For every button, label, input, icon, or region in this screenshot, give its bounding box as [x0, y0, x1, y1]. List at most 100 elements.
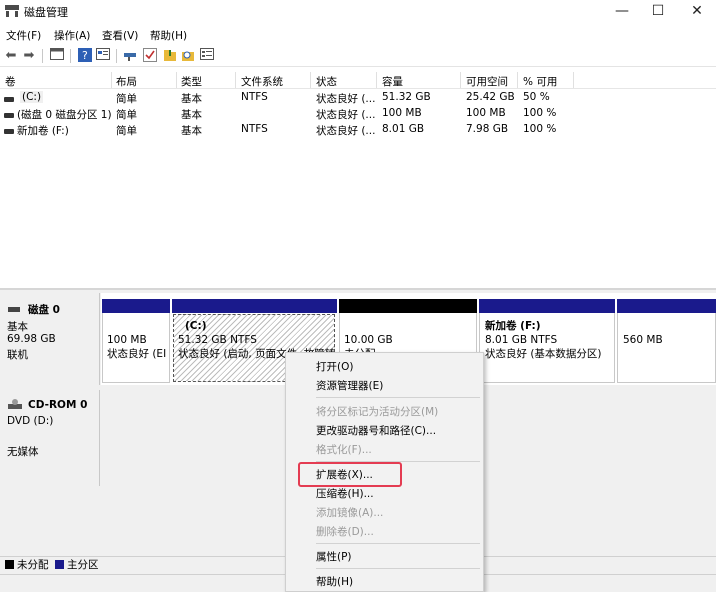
legend-unallocated-swatch [5, 560, 14, 569]
back-icon[interactable]: ⬅ [3, 48, 19, 64]
maximize-button[interactable]: ☐ [638, 0, 678, 24]
menu-item-shrink-volume[interactable]: 压缩卷(H)... [316, 486, 374, 501]
menu-item-format[interactable]: 格式化(F)... [316, 442, 372, 457]
console-tree-icon[interactable] [49, 48, 65, 64]
partition-recovery[interactable] [617, 313, 716, 383]
cdrom-drive: DVD (D:) [7, 415, 54, 427]
volume-list-empty-area[interactable] [0, 138, 716, 288]
legend-primary: 主分区 [67, 559, 99, 571]
legend-unallocated: 未分配 [17, 559, 49, 571]
row-volume: 新加卷 (F:) [17, 125, 69, 137]
row-type: 基本 [181, 93, 202, 105]
row-status: 状态良好 (... [316, 93, 376, 105]
disk-0-name: 磁盘 0 [28, 304, 60, 316]
search-icon[interactable] [180, 48, 196, 64]
row-status: 状态良好 (... [316, 125, 376, 137]
menu-view[interactable]: 查看(V) [102, 28, 138, 43]
menu-item-delete-volume[interactable]: 删除卷(D)... [316, 524, 374, 539]
properties-icon[interactable] [95, 48, 111, 64]
row-layout: 简单 [116, 109, 137, 121]
settings-icon[interactable] [199, 48, 215, 64]
check-icon[interactable] [142, 48, 158, 64]
menu-help[interactable]: 帮助(H) [150, 28, 187, 43]
cdrom-icon [8, 398, 22, 413]
partition-status: 状态良好 (基本数据分区) [485, 348, 602, 360]
help-icon[interactable]: ? [77, 48, 93, 64]
folder-icon[interactable] [162, 48, 178, 64]
row-type: 基本 [181, 125, 202, 137]
column-type[interactable]: 类型 [181, 74, 202, 89]
legend-primary-swatch [55, 560, 64, 569]
partition-status: 状态良好 (EI [107, 348, 167, 360]
volume-icon [4, 113, 14, 118]
partition-size: 560 MB [623, 334, 663, 346]
svg-text:?: ? [82, 49, 88, 62]
menu-item-mark-active[interactable]: 将分区标记为活动分区(M) [316, 404, 438, 419]
column-free-space[interactable]: 可用空间 [466, 74, 508, 89]
partition-strip-unallocated [339, 299, 477, 313]
row-percent-free: 50 % [523, 91, 550, 103]
column-separator[interactable] [176, 72, 177, 88]
column-layout[interactable]: 布局 [116, 74, 137, 89]
partition-title: (C:) [185, 320, 207, 332]
column-capacity[interactable]: 容量 [382, 74, 403, 89]
row-free-space: 100 MB [466, 107, 506, 119]
row-free-space: 7.98 GB [466, 123, 509, 135]
cdrom-name: CD-ROM 0 [28, 399, 88, 411]
menu-file[interactable]: 文件(F) [6, 28, 41, 43]
disk-management-icon [5, 5, 19, 17]
column-separator[interactable] [111, 72, 112, 88]
minimize-button[interactable]: — [602, 0, 642, 24]
menu-separator [316, 397, 480, 398]
toolbar-separator [116, 49, 117, 63]
volume-icon [4, 129, 14, 134]
menu-item-open[interactable]: 打开(O) [316, 359, 353, 374]
row-status: 状态良好 (... [316, 109, 376, 121]
disk-icon [8, 304, 20, 316]
column-status[interactable]: 状态 [316, 74, 337, 89]
row-percent-free: 100 % [523, 107, 557, 119]
forward-icon[interactable]: ➡ [21, 48, 37, 64]
row-type: 基本 [181, 109, 202, 121]
partition-strip-primary [617, 299, 716, 313]
connect-icon[interactable] [122, 48, 138, 64]
column-separator[interactable] [460, 72, 461, 88]
row-filesystem: NTFS [241, 123, 268, 135]
row-volume: (磁盘 0 磁盘分区 1) [17, 109, 112, 121]
partition-strip-primary [479, 299, 615, 313]
menu-item-add-mirror[interactable]: 添加镜像(A)... [316, 505, 383, 520]
partition-strip-primary [172, 299, 337, 313]
partition-size: 10.00 GB [344, 334, 393, 346]
partition-size: 8.01 GB NTFS [485, 334, 558, 346]
row-free-space: 25.42 GB [466, 91, 515, 103]
toolbar-separator [42, 49, 43, 63]
row-capacity: 8.01 GB [382, 123, 425, 135]
menu-separator [316, 543, 480, 544]
disk-0-size: 69.98 GB [7, 333, 56, 345]
column-percent-free[interactable]: % 可用 [523, 74, 557, 89]
column-separator[interactable] [573, 72, 574, 88]
volume-table-header [0, 72, 716, 89]
close-button[interactable]: ✕ [677, 0, 716, 24]
column-separator[interactable] [376, 72, 377, 88]
partition-title: 新加卷 (F:) [485, 320, 541, 332]
menu-item-explorer[interactable]: 资源管理器(E) [316, 378, 383, 393]
disk-0-type: 基本 [7, 321, 28, 333]
row-layout: 简单 [116, 93, 137, 105]
column-separator[interactable] [517, 72, 518, 88]
cdrom-media: 无媒体 [7, 446, 39, 458]
row-filesystem: NTFS [241, 91, 268, 103]
row-volume: (C:) [20, 91, 44, 103]
menu-item-change-drive-letter[interactable]: 更改驱动器号和路径(C)... [316, 423, 436, 438]
extend-volume-highlight [298, 462, 402, 487]
volume-icon [4, 97, 14, 102]
menu-action[interactable]: 操作(A) [54, 28, 90, 43]
column-separator[interactable] [310, 72, 311, 88]
column-volume[interactable]: 卷 [5, 74, 16, 89]
column-separator[interactable] [235, 72, 236, 88]
menu-item-help[interactable]: 帮助(H) [316, 574, 353, 589]
column-filesystem[interactable]: 文件系统 [241, 74, 283, 89]
row-layout: 简单 [116, 125, 137, 137]
menu-item-properties[interactable]: 属性(P) [316, 549, 352, 564]
toolbar-separator [70, 49, 71, 63]
